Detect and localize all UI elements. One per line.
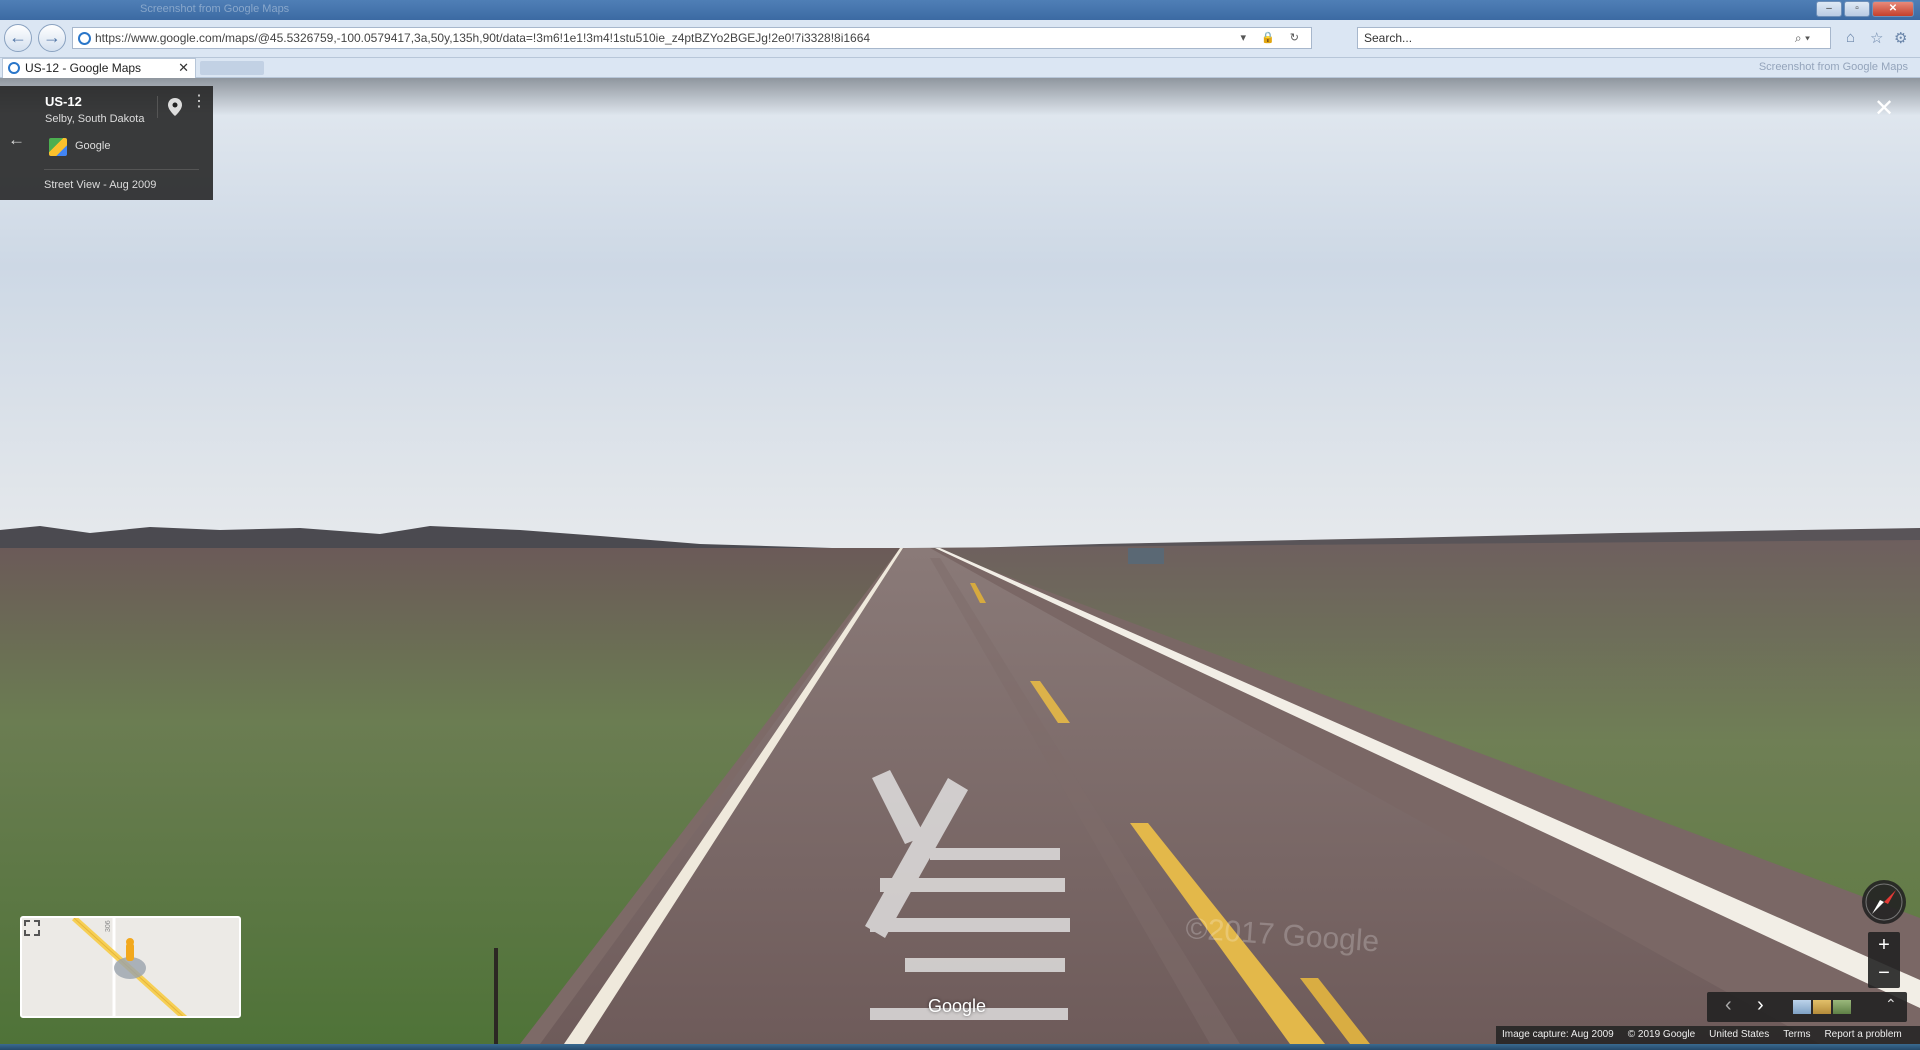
thumbnail-field[interactable] — [1813, 1000, 1831, 1014]
zoom-out-button[interactable]: − — [1868, 960, 1900, 988]
minimize-button[interactable]: – — [1816, 1, 1842, 17]
thumbnail-sky[interactable] — [1793, 1000, 1811, 1014]
search-input[interactable]: Search... ⌕ ▾ — [1357, 27, 1831, 49]
location-pin-icon[interactable] — [168, 98, 182, 116]
star-icon[interactable]: ☆ — [1870, 29, 1883, 47]
photo-thumbnails[interactable] — [1793, 1000, 1851, 1014]
capture-date[interactable]: Street View - Aug 2009 — [44, 179, 156, 191]
image-capture-date: Image capture: Aug 2009 — [1502, 1029, 1614, 1040]
copyright-text: © 2019 Google — [1627, 1029, 1696, 1040]
region-link[interactable]: United States — [1709, 1026, 1769, 1044]
report-problem-link[interactable]: Report a problem — [1824, 1026, 1901, 1044]
search-icon[interactable]: ⌕ ▾ — [1795, 28, 1810, 48]
previous-photo-icon[interactable]: ‹ — [1725, 994, 1732, 1017]
card-divider-horizontal — [44, 169, 199, 170]
place-location: Selby, South Dakota — [45, 113, 145, 125]
zoom-control: + − — [1868, 932, 1900, 988]
sky — [0, 78, 1920, 548]
window-titlebar: Screenshot from Google Maps – ▫ ✕ — [0, 0, 1920, 20]
forward-icon[interactable]: → — [38, 24, 66, 52]
tab-close-icon[interactable]: ✕ — [178, 59, 189, 77]
more-options-icon[interactable]: ⋮ — [191, 94, 207, 110]
street-view-panorama[interactable]: ©2017 Google ← US-12 Selby, South Dakota… — [0, 78, 1920, 1044]
expand-strip-icon[interactable]: ⌃ — [1885, 996, 1897, 1013]
gear-icon[interactable]: ⚙ — [1894, 29, 1907, 47]
google-maps-icon — [49, 138, 67, 156]
tab-title: US-12 - Google Maps — [25, 61, 142, 75]
photo-strip: ‹ › ⌃ — [1707, 992, 1907, 1022]
home-icon[interactable]: ⌂ — [1846, 29, 1855, 46]
search-placeholder: Search... — [1364, 31, 1413, 45]
address-bar[interactable]: https://www.google.com/maps/@45.5326759,… — [72, 27, 1312, 49]
zoom-in-button[interactable]: + — [1868, 932, 1900, 960]
back-icon[interactable]: ← — [4, 24, 32, 52]
os-taskbar[interactable] — [0, 1044, 1920, 1050]
window-controls: – ▫ ✕ — [1816, 1, 1914, 17]
svg-text:306: 306 — [105, 920, 112, 932]
compass-icon[interactable] — [1862, 880, 1906, 924]
toolbar-ghost: Screenshot from Google Maps — [1758, 61, 1908, 73]
street-view-scene: ©2017 Google — [0, 78, 1920, 1044]
provider-name[interactable]: Google — [75, 140, 110, 152]
distant-sign — [1128, 548, 1164, 564]
expand-map-icon[interactable] — [22, 918, 42, 938]
address-url: https://www.google.com/maps/@45.5326759,… — [95, 31, 871, 45]
thumbnail-grass[interactable] — [1833, 1000, 1851, 1014]
ie-tab-icon — [8, 62, 20, 74]
tab-google-maps[interactable]: US-12 - Google Maps ✕ — [2, 58, 196, 78]
window-title: Screenshot from Google Maps — [140, 3, 290, 15]
maximize-button[interactable]: ▫ — [1844, 1, 1870, 17]
ie-page-icon — [78, 32, 91, 45]
address-tools[interactable]: ▾ 🔒 ↻ — [1240, 28, 1305, 48]
card-divider — [157, 96, 158, 118]
back-to-map-icon[interactable]: ← — [8, 130, 25, 150]
roadside-post — [494, 948, 498, 1044]
mini-map-canvas: 306 — [22, 918, 239, 1016]
new-tab-button[interactable] — [200, 61, 264, 75]
window-close-button[interactable]: ✕ — [1872, 1, 1914, 17]
tab-bar: US-12 - Google Maps ✕ Screenshot from Go… — [0, 58, 1920, 78]
close-street-view-icon[interactable]: ✕ — [1874, 94, 1894, 123]
terms-link[interactable]: Terms — [1783, 1026, 1810, 1044]
attribution-footer: Image capture: Aug 2009 © 2019 Google Un… — [1496, 1026, 1920, 1044]
mini-map[interactable]: 306 — [20, 916, 241, 1018]
browser-navbar: ← → https://www.google.com/maps/@45.5326… — [0, 20, 1920, 58]
google-logo: Google — [928, 996, 987, 1016]
location-card: ← US-12 Selby, South Dakota ⋮ Google Str… — [0, 86, 213, 200]
next-photo-icon[interactable]: › — [1757, 994, 1764, 1017]
place-name[interactable]: US-12 — [45, 94, 82, 109]
